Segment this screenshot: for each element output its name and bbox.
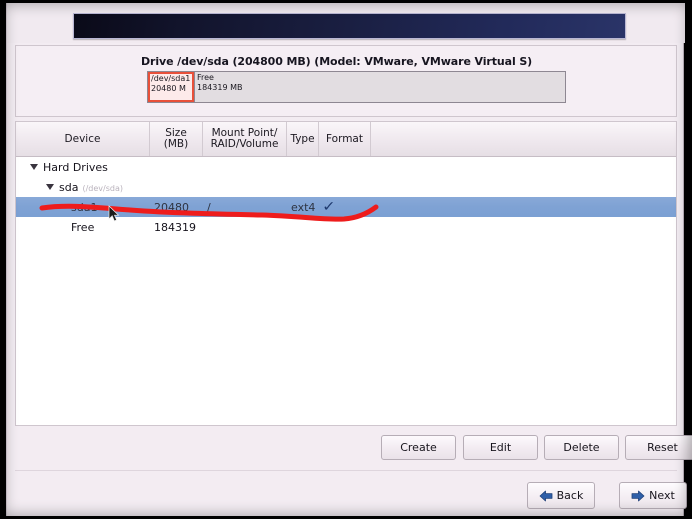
table-row[interactable]: Hard Drives bbox=[16, 157, 676, 177]
delete-button[interactable]: Delete bbox=[544, 435, 619, 460]
navigation-bar: Back Next bbox=[15, 475, 687, 515]
column-header-device[interactable]: Device bbox=[16, 122, 150, 156]
row-type-cell: ext4 bbox=[291, 200, 316, 214]
chevron-down-icon[interactable] bbox=[46, 183, 54, 190]
chevron-down-icon[interactable] bbox=[30, 163, 38, 170]
arrow-left-icon bbox=[539, 490, 553, 501]
create-button[interactable]: Create bbox=[381, 435, 456, 460]
screenshot-root: Drive /dev/sda (204800 MB) (Model: VMwar… bbox=[0, 0, 692, 519]
column-header-size[interactable]: Size (MB) bbox=[150, 122, 203, 156]
drive-segment-sda1-size: 20480 M bbox=[151, 84, 186, 93]
drive-segment-sda1-name: /dev/sda1 bbox=[151, 74, 191, 83]
row-format-cell: ✓ bbox=[319, 201, 371, 214]
row-device-path: (/dev/sda) bbox=[82, 183, 123, 193]
table-row[interactable]: Free 184319 bbox=[16, 217, 676, 237]
table-row-selected[interactable]: sda1 20480 / ext4 ✓ bbox=[16, 197, 676, 217]
footer-divider bbox=[15, 470, 677, 471]
drive-summary-panel: Drive /dev/sda (204800 MB) (Model: VMwar… bbox=[15, 45, 677, 117]
installer-window: Drive /dev/sda (204800 MB) (Model: VMwar… bbox=[6, 3, 692, 516]
back-button[interactable]: Back bbox=[527, 482, 595, 509]
row-device-cell: Free bbox=[71, 220, 95, 234]
drive-usage-bar[interactable]: /dev/sda1 20480 M Free 184319 MB bbox=[147, 71, 566, 103]
row-size-cell: 184319 bbox=[154, 220, 196, 234]
next-button-label: Next bbox=[649, 489, 675, 502]
drive-segment-sda1[interactable]: /dev/sda1 20480 M bbox=[148, 72, 194, 102]
table-row[interactable]: sda (/dev/sda) bbox=[16, 177, 676, 197]
column-header-format[interactable]: Format bbox=[319, 122, 371, 156]
drive-segment-free[interactable]: Free 184319 MB bbox=[194, 72, 565, 102]
table-body: Hard Drives sda (/dev/sda) sda1 20480 / … bbox=[16, 157, 676, 425]
row-device-cell: sda1 bbox=[71, 200, 98, 214]
column-header-size-line2: (MB) bbox=[163, 138, 189, 150]
banner-area bbox=[7, 3, 685, 43]
installer-banner bbox=[73, 13, 626, 39]
table-header-row: Device Size (MB) Mount Point/ RAID/Volum… bbox=[16, 122, 676, 157]
column-header-filler bbox=[371, 122, 676, 156]
column-header-type[interactable]: Type bbox=[287, 122, 319, 156]
arrow-right-icon bbox=[631, 490, 645, 501]
column-header-mountpoint-line2: RAID/Volume bbox=[210, 138, 279, 150]
edit-button[interactable]: Edit bbox=[463, 435, 538, 460]
row-device-label: sda bbox=[59, 180, 79, 194]
next-button[interactable]: Next bbox=[619, 482, 687, 509]
row-size-cell: 20480 bbox=[154, 200, 189, 214]
back-button-label: Back bbox=[556, 489, 584, 502]
row-device-label: Hard Drives bbox=[43, 160, 108, 174]
check-icon: ✓ bbox=[322, 200, 336, 214]
drive-segment-free-name: Free bbox=[197, 73, 214, 82]
column-header-mountpoint[interactable]: Mount Point/ RAID/Volume bbox=[203, 122, 287, 156]
row-device-cell: sda (/dev/sda) bbox=[16, 181, 150, 194]
drive-segment-free-size: 184319 MB bbox=[197, 83, 243, 92]
partition-table: Device Size (MB) Mount Point/ RAID/Volum… bbox=[15, 121, 677, 426]
drive-title: Drive /dev/sda (204800 MB) (Model: VMwar… bbox=[141, 55, 533, 68]
reset-button[interactable]: Reset bbox=[625, 435, 692, 460]
row-device-cell: Hard Drives bbox=[16, 161, 150, 174]
row-mount-cell: / bbox=[207, 200, 211, 214]
action-button-bar: Create Edit Delete Reset bbox=[15, 431, 692, 469]
